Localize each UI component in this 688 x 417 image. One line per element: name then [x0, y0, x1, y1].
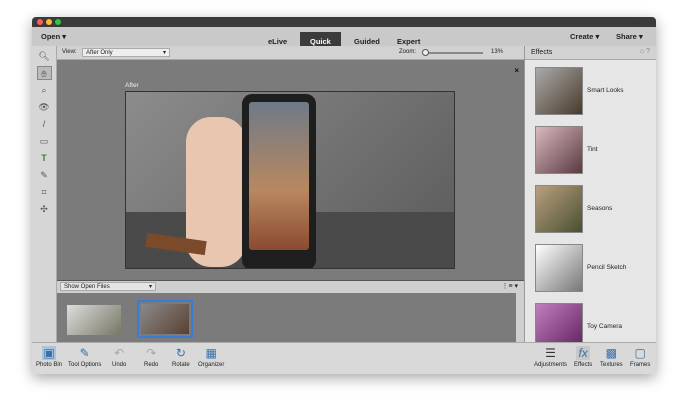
after-label: After	[125, 82, 139, 89]
effect-seasons[interactable]: Seasons	[525, 178, 656, 237]
effect-tint[interactable]: Tint	[525, 119, 656, 178]
photo-image	[125, 91, 455, 269]
textures-button[interactable]: ▩ Textures	[600, 346, 623, 368]
photo-bin: Show Open Files ▾ ⋮≡ ▾	[57, 280, 524, 343]
organizer-icon: ▦	[205, 346, 217, 360]
photo-bin-button[interactable]: ▣ Photo Bin	[36, 346, 62, 368]
open-menu[interactable]: Open ▾	[41, 32, 66, 41]
photo-bin-icon: ▣	[42, 346, 57, 360]
organizer-button[interactable]: ▦ Organizer	[198, 346, 224, 368]
adjustments-icon: ☰	[545, 346, 556, 360]
minimize-button[interactable]	[46, 19, 52, 25]
spot-healing-tool-icon[interactable]: ✎	[37, 168, 52, 182]
type-tool-icon[interactable]: T	[37, 151, 52, 165]
app-window: Open ▾ eLive Quick Guided Expert Create …	[32, 17, 656, 374]
rotate-button[interactable]: ↻ Rotate	[172, 346, 190, 368]
red-eye-tool-icon[interactable]: 👁︎	[37, 100, 52, 114]
whiten-teeth-tool-icon[interactable]: /	[37, 117, 52, 131]
zoom-slider[interactable]	[422, 49, 483, 56]
effect-smart-looks[interactable]: Smart Looks	[525, 60, 656, 119]
hand-tool-icon[interactable]: ✋︎	[36, 66, 52, 80]
straighten-tool-icon[interactable]: ▭	[37, 134, 52, 148]
share-menu[interactable]: Share ▾	[616, 32, 643, 41]
show-open-files-select[interactable]: Show Open Files ▾	[60, 282, 156, 291]
tool-options-icon: ✎	[79, 346, 90, 360]
frames-button[interactable]: ▢ Frames	[630, 346, 650, 368]
help-icon[interactable]: ⌂ ?	[640, 48, 650, 55]
undo-icon: ↶	[114, 346, 125, 360]
textures-icon: ▩	[605, 346, 618, 360]
rotate-icon: ↻	[175, 346, 186, 360]
zoom-value: 13%	[491, 49, 504, 55]
redo-icon: ↷	[146, 346, 157, 360]
effect-pencil-sketch[interactable]: Pencil Sketch	[525, 237, 656, 296]
fx-icon: fx	[576, 346, 591, 360]
adjustments-button[interactable]: ☰ Adjustments	[534, 346, 567, 368]
thumbnail-2[interactable]	[137, 300, 193, 338]
zoom-tool-icon[interactable]: 🔍︎	[37, 49, 52, 63]
redo-button[interactable]: ↷ Redo	[144, 346, 158, 368]
image-canvas[interactable]: After ×	[57, 60, 524, 280]
close-canvas-icon[interactable]: ×	[514, 66, 519, 75]
move-tool-icon[interactable]: ✣	[37, 202, 52, 216]
quick-selection-tool-icon[interactable]: ⌕	[37, 83, 52, 97]
create-menu[interactable]: Create ▾	[570, 32, 599, 41]
view-select[interactable]: After Only ▾	[82, 48, 170, 57]
tools-panel: 🔍︎ ✋︎ ⌕ 👁︎ / ▭ T ✎ ⌗ ✣	[32, 46, 57, 342]
bottom-taskbar: ▣ Photo Bin ✎ Tool Options ↶ Undo ↷ Redo ↻ Ro…	[32, 342, 656, 374]
close-button[interactable]	[37, 19, 43, 25]
crop-tool-icon[interactable]: ⌗	[37, 185, 52, 199]
undo-button[interactable]: ↶ Undo	[112, 346, 126, 368]
frames-icon: ▢	[634, 346, 646, 360]
title-bar	[32, 17, 656, 27]
mode-bar: Open ▾ eLive Quick Guided Expert Create …	[32, 27, 656, 51]
effects-title: Effects	[531, 49, 553, 56]
effects-button[interactable]: fx Effects	[574, 346, 592, 368]
effects-panel: Effects ⌂ ? Smart Looks Tint Seasons Pen…	[524, 46, 656, 351]
bin-scrollbar[interactable]	[516, 293, 524, 343]
view-label: View:	[62, 49, 77, 55]
tool-options-button[interactable]: ✎ Tool Options	[68, 346, 101, 368]
bin-options-icon[interactable]: ⋮≡ ▾	[501, 282, 518, 290]
tool-options-bar: View: After Only ▾ Zoom: 13%	[57, 46, 524, 60]
zoom-label: Zoom:	[399, 49, 417, 55]
thumbnail-1[interactable]	[67, 305, 121, 335]
maximize-button[interactable]	[55, 19, 61, 25]
